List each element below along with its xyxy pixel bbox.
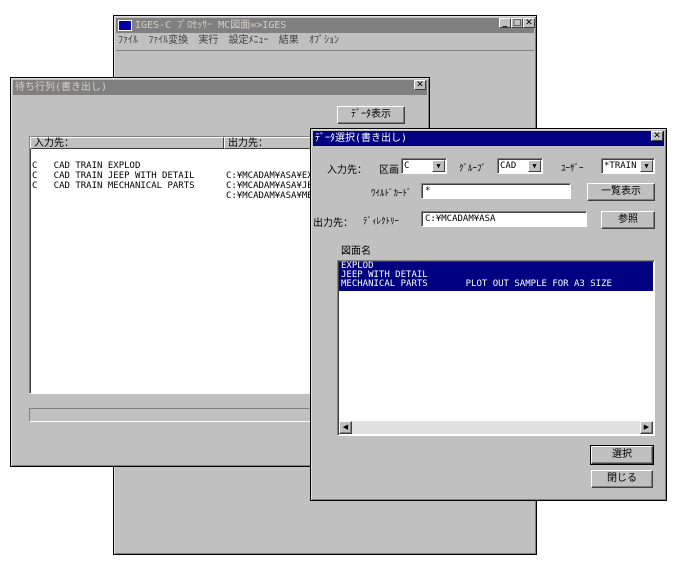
section-label: 区画: [379, 165, 399, 176]
drawing-name-label: 図面名: [341, 246, 371, 257]
user-combo[interactable]: *TRAIN ▼: [601, 158, 655, 174]
close-dialog-button-label: 閉じる: [607, 473, 637, 484]
select-button-label: 選択: [612, 449, 632, 460]
chevron-down-icon[interactable]: ▼: [528, 160, 541, 172]
list-display-button[interactable]: 一覧表示: [587, 183, 655, 201]
main-window-titlebar[interactable]: IGES-C ﾌﾟﾛｾｯｻｰ MC図面=>IGES: [116, 18, 534, 33]
list-display-button-label: 一覧表示: [601, 186, 641, 197]
directory-value: C:¥MCADAM¥ASA: [425, 214, 496, 224]
menu-options[interactable]: ｵﾌﾟｼｮﾝ: [309, 35, 339, 46]
browse-button[interactable]: 参照: [601, 211, 655, 229]
section-value: C: [404, 161, 410, 171]
directory-label: ﾃﾞｨﾚｸﾄﾘｰ: [363, 217, 400, 227]
app-icon: [118, 19, 132, 31]
horizontal-scrollbar[interactable]: ◀ ▶: [339, 421, 653, 434]
wildcard-label: ﾜｲﾙﾄﾞｶｰﾄﾞ: [371, 189, 412, 199]
data-display-button-label: ﾃﾞｰﾀ表示: [351, 109, 391, 120]
menu-results[interactable]: 結果: [279, 35, 299, 46]
select-button[interactable]: 選択: [590, 445, 654, 465]
output-label: 出力先：: [313, 218, 353, 229]
queue-window-titlebar[interactable]: 待ち行列(書き出し): [13, 80, 427, 95]
queue-close-button[interactable]: ✕: [414, 80, 426, 90]
wildcard-value: *: [425, 186, 431, 196]
scroll-right-icon[interactable]: ▶: [640, 421, 653, 434]
drawing-list[interactable]: EXPLOD JEEP WITH DETAIL MECHANICAL PARTS…: [337, 260, 655, 436]
menu-file[interactable]: ﾌｧｲﾙ: [118, 35, 138, 46]
user-label: ﾕｰｻﾞｰ: [561, 164, 584, 174]
close-dialog-button[interactable]: 閉じる: [591, 470, 653, 488]
data-select-dialog: ﾃﾞｰﾀ選択(書き出し) ✕ 入力先： 区画 C ▼ ｸﾞﾙｰﾌﾟ CAD ▼ …: [310, 128, 667, 501]
menu-bar: ﾌｧｲﾙ ﾌｧｲﾙ変換 実行 設定ﾒﾆｭｰ 結果 ｵﾌﾟｼｮﾝ: [118, 34, 346, 48]
menu-settings[interactable]: 設定ﾒﾆｭｰ: [229, 35, 269, 46]
wildcard-input[interactable]: *: [421, 183, 571, 199]
minimize-button[interactable]: _: [499, 18, 511, 28]
dialog-close-button[interactable]: ✕: [651, 131, 663, 141]
directory-input[interactable]: C:¥MCADAM¥ASA: [421, 211, 587, 227]
dialog-titlebar[interactable]: ﾃﾞｰﾀ選択(書き出し): [313, 131, 664, 146]
column-header-output-label: 出力先：: [228, 138, 268, 149]
close-button[interactable]: ✕: [523, 18, 535, 28]
menu-run[interactable]: 実行: [198, 35, 218, 46]
row-input: C CAD TRAIN MECHANICAL PARTS: [32, 181, 195, 191]
column-header-input[interactable]: 入力先：: [30, 137, 224, 149]
chevron-down-icon[interactable]: ▼: [640, 160, 653, 172]
scroll-left-icon[interactable]: ◀: [339, 421, 352, 434]
drawing-items: EXPLOD JEEP WITH DETAIL MECHANICAL PARTS…: [339, 262, 653, 291]
input-label: 入力先：: [327, 165, 367, 176]
browse-button-label: 参照: [618, 214, 638, 225]
section-combo[interactable]: C ▼: [401, 158, 447, 174]
column-header-input-label: 入力先：: [34, 138, 74, 149]
list-item[interactable]: MECHANICAL PARTS PLOT OUT SAMPLE FOR A3 …: [339, 280, 653, 289]
group-combo[interactable]: CAD ▼: [497, 158, 543, 174]
maximize-button[interactable]: □: [511, 18, 523, 28]
row-output: C:¥MCADAM¥ASA¥JEEP: [226, 181, 324, 191]
dialog-title: ﾃﾞｰﾀ選択(書き出し): [315, 133, 408, 144]
data-display-button[interactable]: ﾃﾞｰﾀ表示: [337, 106, 405, 124]
queue-window-title: 待ち行列(書き出し): [15, 82, 108, 93]
user-value: *TRAIN: [604, 161, 637, 171]
menu-file-convert[interactable]: ﾌｧｲﾙ変換: [148, 35, 188, 46]
main-window-title: IGES-C ﾌﾟﾛｾｯｻｰ MC図面=>IGES: [135, 20, 287, 31]
group-value: CAD: [500, 161, 517, 171]
group-label: ｸﾞﾙｰﾌﾟ: [459, 164, 487, 174]
chevron-down-icon[interactable]: ▼: [432, 160, 445, 172]
